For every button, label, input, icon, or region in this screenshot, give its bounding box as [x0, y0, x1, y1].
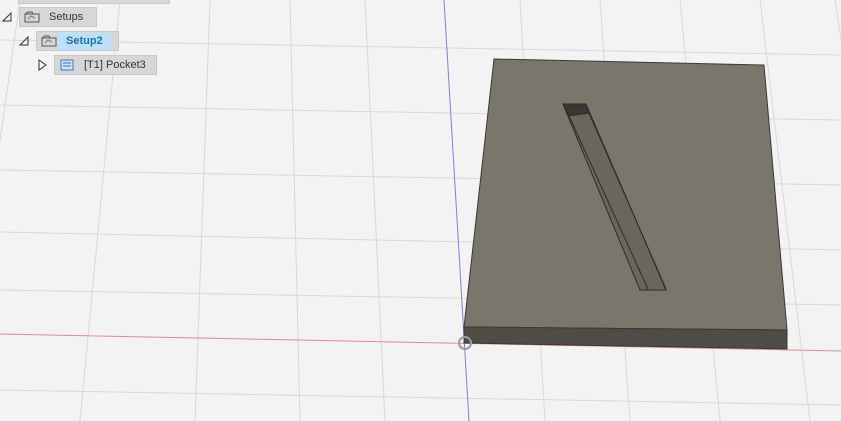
collapse-triangle-icon[interactable] [17, 34, 31, 48]
pocket3-label: [T1] Pocket3 [84, 59, 146, 71]
stock-top-face [463, 58, 788, 331]
collapse-triangle-icon[interactable] [0, 10, 14, 24]
stock-body[interactable] [463, 58, 788, 350]
y-axis-line [443, 0, 470, 421]
setup-icon [40, 33, 58, 49]
pocket-toolpath-icon [58, 57, 76, 73]
tree-node-setups[interactable]: Setups [0, 7, 97, 27]
tree-node-setup2[interactable]: Setup2 [17, 31, 119, 51]
setup2-label: Setup2 [58, 32, 111, 50]
stock-front-face [463, 326, 788, 350]
setups-folder-icon [23, 9, 41, 25]
setups-label: Setups [49, 11, 84, 23]
tree-top-row [18, 0, 170, 4]
expand-triangle-icon[interactable] [35, 58, 49, 72]
tree-node-pocket3[interactable]: [T1] Pocket3 [35, 55, 157, 75]
